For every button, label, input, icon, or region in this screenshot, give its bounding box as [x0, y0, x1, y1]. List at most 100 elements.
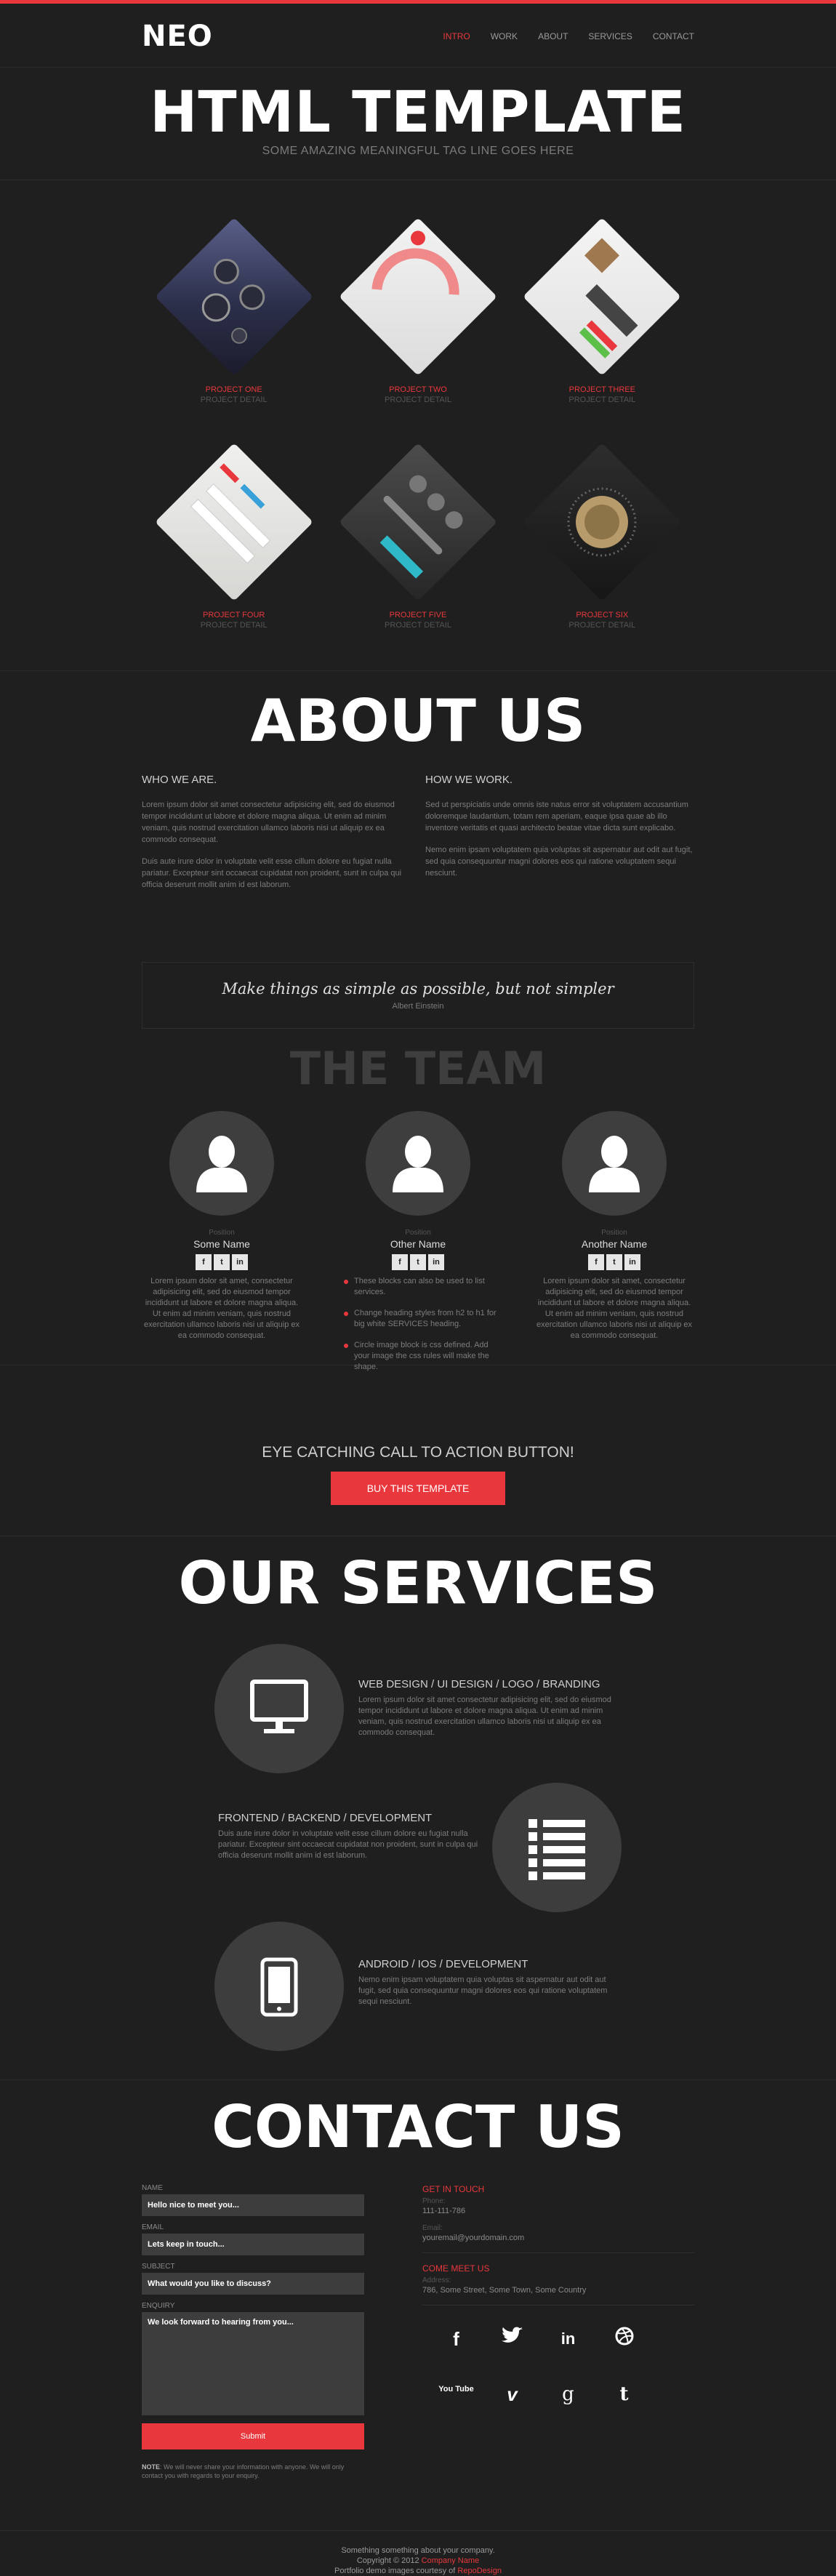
member-bio: Lorem ipsum dolor sit amet, consectetur …: [536, 1277, 692, 1340]
project-title[interactable]: PROJECT FIVE: [326, 611, 510, 619]
nav-item-work[interactable]: WORK: [491, 31, 518, 41]
divider: [422, 2305, 694, 2306]
address-value: 786, Some Street, Some Town, Some Countr…: [422, 2286, 587, 2295]
linkedin-icon[interactable]: in: [540, 2326, 596, 2352]
contact-section: CONTACT US NAME Hello nice to meet you..…: [0, 2080, 836, 2531]
project-title[interactable]: PROJECT ONE: [142, 385, 326, 394]
monitor-icon: [250, 1680, 308, 1733]
credit-prefix: Portfolio demo images courtesy of: [334, 2567, 456, 2575]
project-detail: PROJECT DETAIL: [568, 396, 636, 404]
project-detail: PROJECT DETAIL: [385, 396, 451, 404]
person-icon: [393, 1136, 443, 1192]
dribbble-icon[interactable]: [596, 2326, 652, 2352]
quote-author: Albert Einstein: [392, 1002, 444, 1011]
twitter-icon[interactable]: [484, 2326, 540, 2352]
project-card[interactable]: PROJECT FOUR PROJECT DETAIL: [142, 442, 326, 638]
portfolio-section: PROJECT ONE PROJECT DETAIL PROJECT TWO P…: [0, 180, 836, 671]
email-label: EMAIL: [142, 2223, 164, 2231]
subject-field[interactable]: What would you like to discuss?: [142, 2273, 364, 2295]
avatar: [366, 1111, 470, 1216]
youtube-icon[interactable]: You Tube: [428, 2381, 484, 2407]
service-text: Nemo enim ipsam voluptatem quia voluptas…: [358, 1975, 608, 2006]
gauge-ui-image: [371, 230, 459, 295]
linkedin-icon[interactable]: in: [232, 1254, 248, 1270]
nav-item-services[interactable]: SERVICES: [588, 31, 632, 41]
quote-block: Make things as simple as possible, but n…: [142, 962, 694, 1029]
enquiry-textarea[interactable]: We look forward to hearing from you...: [142, 2312, 364, 2415]
facebook-icon[interactable]: f: [428, 2326, 484, 2352]
project-detail: PROJECT DETAIL: [568, 621, 636, 630]
project-detail: PROJECT DETAIL: [200, 396, 268, 404]
credit-link[interactable]: RepoDesign: [457, 2567, 502, 2575]
project-title[interactable]: PROJECT SIX: [510, 611, 694, 619]
linkedin-icon[interactable]: in: [428, 1254, 444, 1270]
about-section: ABOUT US WHO WE ARE. Lorem ipsum dolor s…: [0, 671, 836, 1371]
project-detail: PROJECT DETAIL: [385, 621, 451, 630]
cta-section: EYE CATCHING CALL TO ACTION BUTTON! BUY …: [0, 1365, 836, 1536]
service-item: FRONTEND / BACKEND / DEVELOPMENT Duis au…: [218, 1812, 480, 1861]
member-name: Other Name: [390, 1238, 446, 1250]
privacy-note: NOTE: We will never share your informati…: [142, 2463, 364, 2480]
project-title[interactable]: PROJECT TWO: [326, 385, 510, 394]
company-link[interactable]: Company Name: [422, 2556, 479, 2565]
linkedin-icon[interactable]: in: [624, 1254, 640, 1270]
twitter-icon[interactable]: t: [214, 1254, 230, 1270]
nav-item-intro[interactable]: INTRO: [443, 31, 470, 41]
buy-template-button[interactable]: BUY THIS TEMPLATE: [331, 1472, 505, 1505]
vimeo-icon[interactable]: v: [484, 2381, 540, 2407]
submit-button[interactable]: Submit: [142, 2423, 364, 2449]
project-card[interactable]: PROJECT TWO PROJECT DETAIL: [326, 217, 510, 413]
email-info-label: Email:: [422, 2224, 443, 2232]
enquiry-label: ENQUIRY: [142, 2302, 175, 2310]
tumblr-icon[interactable]: t: [596, 2381, 652, 2407]
member-bullet-list: These blocks can also be used to list se…: [338, 1276, 498, 1373]
project-card[interactable]: PROJECT FIVE PROJECT DETAIL: [326, 442, 510, 638]
facebook-icon[interactable]: f: [196, 1254, 212, 1270]
product-ui-image: [579, 238, 638, 358]
service-text: Duis aute irure dolor in voluptate velit…: [218, 1829, 478, 1860]
who-we-are: WHO WE ARE. Lorem ipsum dolor sit amet c…: [142, 774, 411, 901]
about-title: ABOUT US: [250, 687, 586, 755]
project-title[interactable]: PROJECT FOUR: [142, 611, 326, 619]
list-item: Circle image block is css defined. Add y…: [344, 1340, 498, 1373]
services-title: OUR SERVICES: [178, 1549, 658, 1617]
copyright-prefix: Copyright © 2012: [356, 2556, 419, 2565]
person-icon: [196, 1136, 247, 1192]
project-thumbnail[interactable]: [338, 217, 498, 377]
phone-label: Phone:: [422, 2197, 446, 2205]
project-title[interactable]: PROJECT THREE: [510, 385, 694, 394]
address-label: Address:: [422, 2276, 451, 2284]
services-section: OUR SERVICES WEB DESIGN / UI DESIGN / LO…: [0, 1536, 836, 2080]
who-heading: WHO WE ARE.: [142, 774, 217, 786]
nav-item-about[interactable]: ABOUT: [538, 31, 568, 41]
project-thumbnail[interactable]: [154, 442, 314, 602]
project-detail: PROJECT DETAIL: [200, 621, 268, 630]
service-icon-circle: [214, 1644, 344, 1773]
logo[interactable]: NEO: [142, 20, 213, 53]
avatar: [169, 1111, 274, 1216]
member-bio: Lorem ipsum dolor sit amet, consectetur …: [144, 1277, 300, 1340]
note-label: NOTE: [142, 2463, 161, 2471]
email-value[interactable]: youremail@yourdomain.com: [422, 2234, 694, 2242]
twitter-icon[interactable]: t: [410, 1254, 426, 1270]
nav-item-contact[interactable]: CONTACT: [653, 31, 694, 41]
facebook-icon[interactable]: f: [392, 1254, 408, 1270]
facebook-icon[interactable]: f: [588, 1254, 604, 1270]
project-card[interactable]: PROJECT SIX PROJECT DETAIL: [510, 442, 694, 638]
google-plus-icon[interactable]: g: [540, 2381, 596, 2407]
copyright: Copyright © 2012 Company Name: [0, 2556, 836, 2566]
project-thumbnail[interactable]: [522, 217, 682, 377]
email-field[interactable]: Lets keep in touch...: [142, 2234, 364, 2255]
twitter-icon[interactable]: t: [606, 1254, 622, 1270]
project-thumbnail[interactable]: [522, 442, 682, 602]
service-icon-circle: [492, 1783, 622, 1912]
name-field[interactable]: Hello nice to meet you...: [142, 2194, 364, 2216]
project-thumbnail[interactable]: [338, 442, 498, 602]
main-nav: INTRO WORK ABOUT SERVICES CONTACT: [443, 31, 694, 41]
project-thumbnail[interactable]: [154, 217, 314, 377]
project-card[interactable]: PROJECT ONE PROJECT DETAIL: [142, 217, 326, 413]
header: NEO INTRO WORK ABOUT SERVICES CONTACT: [0, 4, 836, 68]
member-name: Another Name: [581, 1238, 648, 1250]
note-text: : We will never share your information w…: [142, 2463, 345, 2479]
project-card[interactable]: PROJECT THREE PROJECT DETAIL: [510, 217, 694, 413]
